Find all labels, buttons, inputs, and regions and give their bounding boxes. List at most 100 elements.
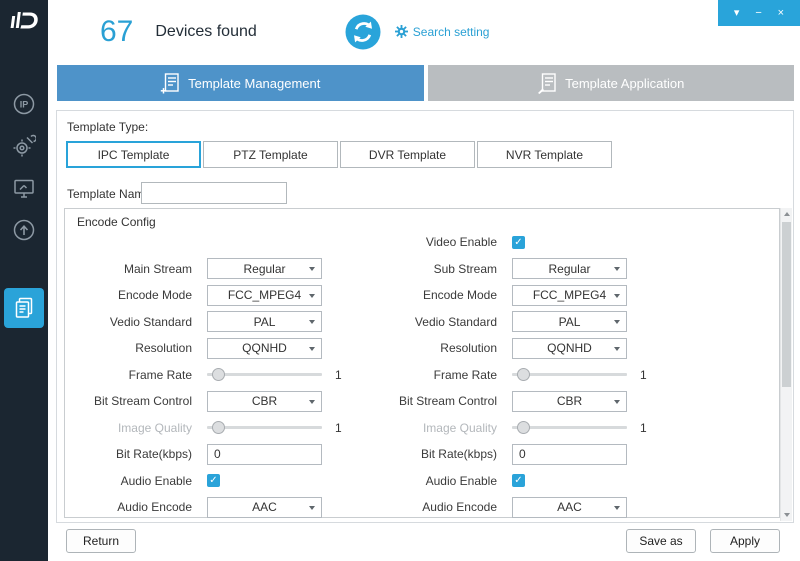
frame-rate-slider-right[interactable] (512, 364, 627, 385)
form-cell: AAC (202, 497, 352, 518)
audio-encode-select-left[interactable]: AAC (207, 497, 322, 518)
audio-enable-checkbox-left[interactable] (207, 474, 220, 487)
chevron-down-icon (309, 320, 315, 324)
video-enable-checkbox[interactable] (512, 236, 525, 249)
scroll-down-icon[interactable] (781, 509, 792, 521)
scrollbar-thumb[interactable] (782, 222, 791, 387)
form-cell: FCC_MPEG4 (202, 285, 352, 306)
encode-mode-select-right[interactable]: FCC_MPEG4 (512, 285, 627, 306)
minimize-button[interactable]: − (755, 8, 761, 19)
encode-mode-value-left: FCC_MPEG4 (228, 288, 301, 302)
image-quality-label-right: Image Quality (352, 421, 507, 435)
config-tool-window: IP (0, 0, 800, 561)
sidebar-item-device-upgrade[interactable] (12, 218, 36, 242)
slider-thumb[interactable] (517, 421, 530, 434)
video-enable-label: Video Enable (352, 235, 507, 249)
form-cell (507, 444, 667, 465)
resolution-select-left[interactable]: QQNHD (207, 338, 322, 359)
slider-thumb[interactable] (212, 368, 225, 381)
sub-stream-value: Regular (548, 262, 590, 276)
form-cell (507, 236, 667, 249)
audio-encode-select-right[interactable]: AAC (512, 497, 627, 518)
refresh-button[interactable] (345, 14, 381, 50)
form-cell: QQNHD (507, 338, 667, 359)
template-type-buttons: IPC Template PTZ Template DVR Template N… (66, 141, 612, 168)
bit-stream-control-select-right[interactable]: CBR (512, 391, 627, 412)
form-cell: 1 (507, 417, 667, 438)
bit-stream-control-label-left: Bit Stream Control (65, 394, 202, 408)
sidebar-item-modify-ip[interactable]: IP (12, 92, 36, 116)
chevron-down-icon (614, 294, 620, 298)
template-name-input[interactable] (141, 182, 287, 204)
search-setting-label: Search setting (413, 25, 490, 39)
devices-found-label: Devices found (155, 23, 256, 41)
image-quality-slider-left[interactable] (207, 417, 322, 438)
collapse-button[interactable]: ▾ (734, 8, 740, 19)
tab-template-application[interactable]: Template Application (428, 65, 795, 101)
frame-rate-value-left: 1 (335, 368, 342, 382)
video-standard-label-right: Vedio Standard (352, 315, 507, 329)
gear-icon (395, 25, 408, 38)
dvr-template-button[interactable]: DVR Template (340, 141, 475, 168)
search-setting-button[interactable]: Search setting (395, 25, 490, 39)
device-count: 67 (100, 15, 133, 49)
close-button[interactable]: × (778, 8, 784, 19)
frame-rate-slider-left[interactable] (207, 364, 322, 385)
video-standard-select-left[interactable]: PAL (207, 311, 322, 332)
sidebar-item-device-config[interactable] (12, 134, 36, 158)
form-cell: CBR (507, 391, 667, 412)
upgrade-arrow-icon (12, 218, 36, 242)
main-stream-select[interactable]: Regular (207, 258, 322, 279)
resolution-select-right[interactable]: QQNHD (512, 338, 627, 359)
frame-rate-value-right: 1 (640, 368, 647, 382)
form-cell (507, 474, 667, 487)
encode-config-form: Video Enable Main Stream Regular Sub Str… (65, 229, 667, 521)
apply-button[interactable]: Apply (710, 529, 780, 553)
template-management-icon (160, 73, 179, 94)
sub-stream-select[interactable]: Regular (512, 258, 627, 279)
slider-thumb[interactable] (212, 421, 225, 434)
encode-mode-label-left: Encode Mode (65, 288, 202, 302)
bit-stream-control-value-right: CBR (557, 394, 582, 408)
form-cell: CBR (202, 391, 352, 412)
encode-mode-value-right: FCC_MPEG4 (533, 288, 606, 302)
audio-encode-label-left: Audio Encode (65, 500, 202, 514)
save-as-button[interactable]: Save as (626, 529, 696, 553)
sidebar-item-system-settings[interactable] (12, 176, 36, 200)
sidebar-item-template[interactable] (4, 288, 44, 328)
encode-config-title: Encode Config (77, 215, 156, 229)
vertical-scrollbar[interactable] (780, 208, 792, 521)
nvr-template-button[interactable]: NVR Template (477, 141, 612, 168)
resolution-value-left: QQNHD (242, 341, 287, 355)
form-cell: Regular (507, 258, 667, 279)
main-stream-value: Regular (243, 262, 285, 276)
template-type-label: Template Type: (67, 120, 148, 134)
return-button[interactable]: Return (66, 529, 136, 553)
image-quality-slider-right[interactable] (512, 417, 627, 438)
bit-stream-control-select-left[interactable]: CBR (207, 391, 322, 412)
sidebar: IP (0, 0, 48, 561)
tab-label: Template Application (565, 76, 684, 91)
tab-template-management[interactable]: Template Management (57, 65, 424, 101)
template-application-icon (537, 73, 556, 94)
frame-rate-label-right: Frame Rate (352, 368, 507, 382)
bit-rate-input-right[interactable] (512, 444, 627, 465)
ptz-template-button[interactable]: PTZ Template (203, 141, 338, 168)
resolution-label-left: Resolution (65, 341, 202, 355)
video-standard-select-right[interactable]: PAL (512, 311, 627, 332)
chevron-down-icon (614, 347, 620, 351)
ipc-template-button[interactable]: IPC Template (66, 141, 201, 168)
encode-mode-select-left[interactable]: FCC_MPEG4 (207, 285, 322, 306)
frame-rate-label-left: Frame Rate (65, 368, 202, 382)
form-cell: 1 (507, 364, 667, 385)
bit-stream-control-value-left: CBR (252, 394, 277, 408)
form-cell: AAC (507, 497, 667, 518)
resolution-value-right: QQNHD (547, 341, 592, 355)
audio-encode-value-right: AAC (557, 500, 582, 514)
form-cell: PAL (202, 311, 352, 332)
scroll-up-icon[interactable] (781, 208, 792, 220)
bit-rate-input-left[interactable] (207, 444, 322, 465)
audio-enable-checkbox-right[interactable] (512, 474, 525, 487)
slider-thumb[interactable] (517, 368, 530, 381)
chevron-down-icon (614, 267, 620, 271)
